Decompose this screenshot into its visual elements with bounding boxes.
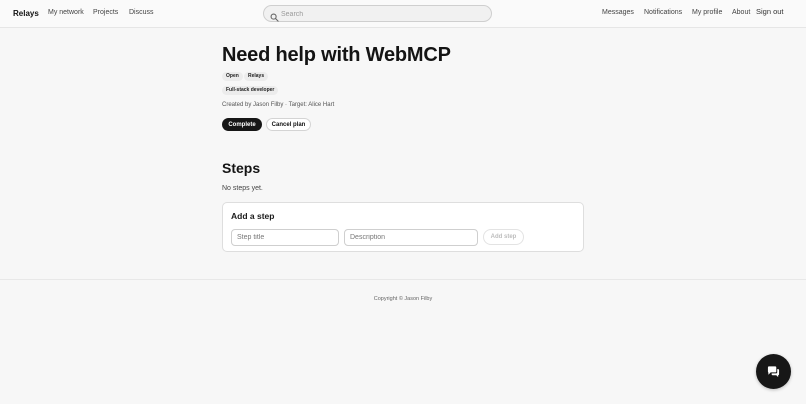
role-badge: Full-stack developer xyxy=(222,86,279,95)
top-navigation: Relays My network Projects Discuss Messa… xyxy=(0,0,806,28)
complete-button[interactable]: Complete xyxy=(222,118,262,131)
nav-link-messages[interactable]: Messages xyxy=(602,9,634,16)
step-title-input[interactable] xyxy=(231,229,339,246)
empty-steps-message: No steps yet. xyxy=(222,185,263,192)
add-step-heading: Add a step xyxy=(231,211,275,221)
status-badge: Open xyxy=(222,72,243,81)
plan-meta: Created by Jason Filby · Target: Alice H… xyxy=(222,102,335,108)
add-step-card: Add a step Add step xyxy=(222,202,584,252)
copyright-text: Copyright © Jason Filby xyxy=(373,296,433,302)
step-description-input[interactable] xyxy=(344,229,478,246)
page-title: Need help with WebMCP xyxy=(222,44,451,66)
search-icon xyxy=(270,9,279,22)
nav-link-my-network[interactable]: My network xyxy=(48,9,84,16)
nav-link-discuss[interactable]: Discuss xyxy=(129,9,154,16)
sign-out-button[interactable]: Sign out xyxy=(756,7,784,16)
search-input[interactable] xyxy=(281,8,481,20)
chat-button[interactable] xyxy=(756,354,791,389)
nav-link-projects[interactable]: Projects xyxy=(93,9,118,16)
nav-link-my-profile[interactable]: My profile xyxy=(692,9,722,16)
footer-divider xyxy=(0,279,806,280)
project-badge: Relays xyxy=(244,72,269,81)
nav-link-notifications[interactable]: Notifications xyxy=(644,9,682,16)
cancel-plan-button[interactable]: Cancel plan xyxy=(266,118,311,131)
add-step-button[interactable]: Add step xyxy=(483,229,524,245)
brand-logo[interactable]: Relays xyxy=(13,9,39,18)
steps-heading: Steps xyxy=(222,160,261,176)
search-bar[interactable] xyxy=(263,5,492,22)
nav-link-about[interactable]: About xyxy=(732,9,750,16)
